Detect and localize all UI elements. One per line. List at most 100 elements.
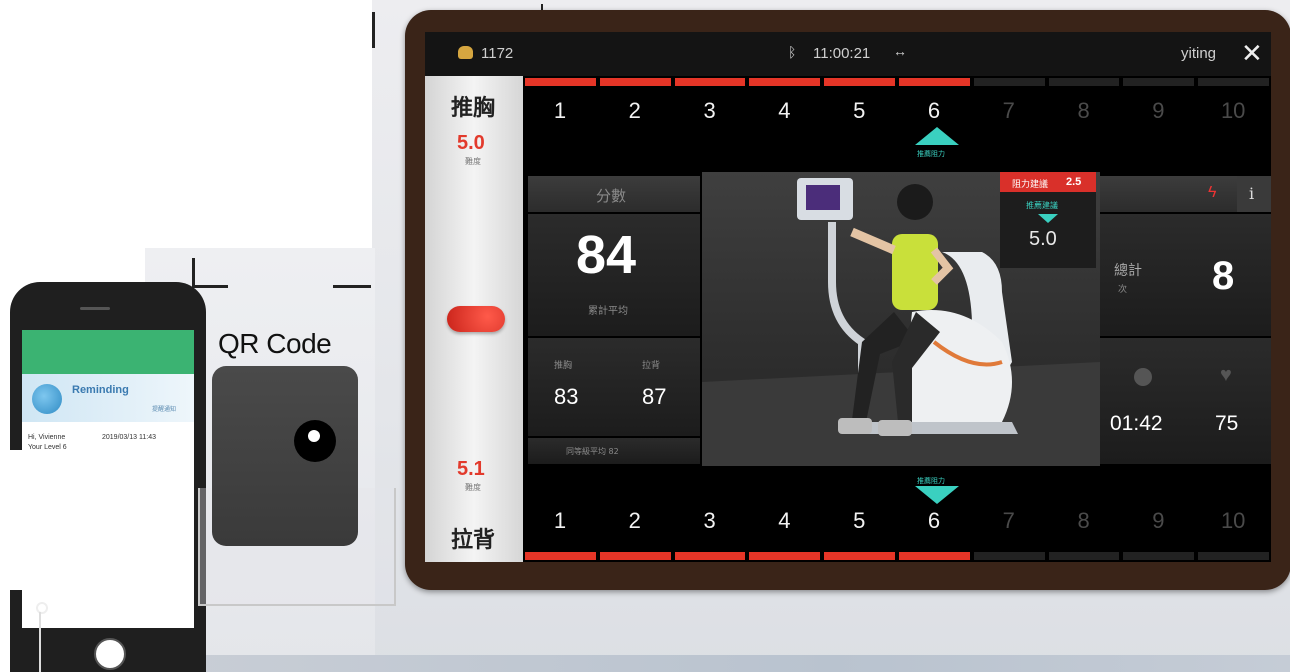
current-set-up-arrow — [915, 127, 959, 145]
bot-set-number[interactable]: 5 — [822, 508, 896, 534]
qr-scanner-device — [212, 366, 358, 546]
floor-strip — [145, 655, 1290, 672]
top-set-progress-segment — [1048, 78, 1120, 86]
bot-set-progress-segment — [1048, 552, 1120, 560]
top-exercise-level: 5.0 — [457, 132, 485, 154]
user-name[interactable]: yiting — [1181, 45, 1216, 62]
resistance-title-value: 2.5 — [1066, 176, 1082, 188]
phone-app-header — [22, 330, 194, 374]
bot-set-number[interactable]: 4 — [747, 508, 821, 534]
top-set-number[interactable]: 4 — [747, 98, 821, 124]
bot-set-progress-segment — [973, 552, 1045, 560]
bot-set-progress-segment — [525, 552, 596, 560]
top-level-sub: 難度 — [465, 157, 481, 166]
top-set-progress-segment — [749, 78, 821, 86]
reminder-sub: 提醒通知 — [152, 406, 177, 413]
message-timestamp: 2019/03/13 11:43 — [102, 434, 156, 441]
phone-screen: Reminding 提醒通知 Hi, Vivienne 2019/03/13 1… — [22, 330, 194, 628]
top-set-number[interactable]: 3 — [673, 98, 747, 124]
top-set-number[interactable]: 10 — [1196, 98, 1270, 124]
info-icon: i — [1249, 184, 1255, 203]
bottom-set-row: 1 2 3 4 5 6 7 8 9 10 — [523, 468, 1271, 562]
coin-count: 1172 — [481, 45, 514, 62]
top-set-progress-segment — [525, 78, 596, 86]
divider-line — [372, 12, 375, 48]
bracket-left-line — [192, 258, 195, 288]
push-score-value: 83 — [554, 384, 579, 409]
greeting-text: Hi, Vivienne — [28, 434, 66, 441]
top-set-number[interactable]: 6 — [897, 98, 971, 124]
reminder-card[interactable]: Reminding 提醒通知 — [22, 374, 194, 422]
top-set-row: 1 2 3 4 5 6 7 8 9 10 — [523, 76, 1271, 172]
chevron-down-icon — [1038, 214, 1058, 223]
close-icon[interactable]: ✕ — [1241, 38, 1263, 69]
callout-dot — [36, 602, 48, 614]
bluetooth-icon: ᛒ — [788, 44, 797, 60]
clock-icon — [1134, 368, 1152, 386]
top-exercise-label: 推胸 — [451, 96, 496, 121]
bot-set-progress-segment — [824, 552, 895, 560]
heart-icon: ♥ — [1220, 364, 1232, 386]
top-set-progress-segment — [973, 78, 1045, 86]
level-text: Your Level 6 — [28, 444, 67, 451]
top-set-progress-segment — [599, 78, 671, 86]
bottom-indicator-label: 推薦阻力 — [917, 477, 945, 485]
home-button[interactable] — [94, 638, 126, 670]
total-count-tile: 總計 次 8 — [1100, 214, 1271, 336]
top-set-progress-segment — [824, 78, 895, 86]
average-footer: 同等級平均 82 — [528, 438, 700, 464]
bot-set-number[interactable]: 6 — [897, 508, 971, 534]
top-set-number[interactable]: 7 — [972, 98, 1046, 124]
bracket-right-foot — [333, 285, 371, 288]
score-tile: 84 累計平均 — [528, 214, 700, 336]
sync-icon: ↔ — [893, 43, 907, 59]
score-header: 分數 — [528, 176, 700, 212]
score-value: 84 — [576, 225, 637, 285]
top-set-number[interactable]: 5 — [822, 98, 896, 124]
phone-speaker — [80, 307, 110, 310]
average-footer-text: 同等級平均 82 — [566, 447, 619, 456]
time-heart-tile: ♥ 01:42 75 — [1100, 338, 1271, 464]
heart-rate: 75 — [1215, 412, 1239, 435]
push-score-label: 推胸 — [554, 361, 573, 371]
resistance-title: 阻力建議 — [1012, 180, 1049, 190]
top-set-number[interactable]: 9 — [1121, 98, 1195, 124]
top-set-progress-segment — [1198, 78, 1269, 86]
bot-set-number[interactable]: 3 — [673, 508, 747, 534]
bot-set-number[interactable]: 2 — [598, 508, 672, 534]
bot-set-progress-segment — [599, 552, 671, 560]
pull-score-label: 拉背 — [642, 361, 661, 371]
bot-set-number[interactable]: 8 — [1047, 508, 1121, 534]
bottom-exercise-level: 5.1 — [457, 458, 485, 480]
phone-cutout — [0, 450, 22, 590]
callout-line — [39, 612, 41, 672]
top-set-progress-segment — [674, 78, 746, 86]
bot-set-number[interactable]: 10 — [1196, 508, 1270, 534]
pull-score-value: 87 — [642, 384, 667, 409]
exercise-sidebar: 推胸 5.0 難度 5.1 難度 拉背 — [425, 76, 523, 562]
tablet-screen: 1172 ᛒ 11:00:21 ↔ yiting ✕ 推胸 5.0 難度 5.1… — [425, 32, 1271, 562]
reminder-title: Reminding — [72, 384, 129, 396]
bot-set-number[interactable]: 1 — [523, 508, 597, 534]
current-set-down-arrow — [915, 486, 959, 504]
scanner-lens-icon — [294, 420, 336, 462]
resistance-sub-label: 推薦建議 — [1026, 201, 1058, 210]
bot-set-progress-segment — [1123, 552, 1195, 560]
top-set-number[interactable]: 8 — [1047, 98, 1121, 124]
bot-set-progress-segment — [674, 552, 746, 560]
globe-icon — [32, 384, 62, 414]
resistance-value: 5.0 — [1029, 228, 1057, 250]
lightning-icon[interactable]: ϟ — [1208, 184, 1216, 202]
total-label: 總計 — [1114, 263, 1142, 279]
bot-set-number[interactable]: 9 — [1121, 508, 1195, 534]
bot-set-number[interactable]: 7 — [972, 508, 1046, 534]
total-unit: 次 — [1118, 285, 1128, 295]
lens-highlight — [308, 430, 320, 442]
bot-set-progress-segment — [749, 552, 821, 560]
elapsed-time: 01:42 — [1110, 412, 1163, 435]
top-set-number[interactable]: 1 — [523, 98, 597, 124]
score-header-text: 分數 — [596, 187, 627, 205]
direction-toggle-knob[interactable] — [447, 306, 505, 332]
info-button[interactable]: i — [1237, 176, 1271, 212]
top-set-number[interactable]: 2 — [598, 98, 672, 124]
